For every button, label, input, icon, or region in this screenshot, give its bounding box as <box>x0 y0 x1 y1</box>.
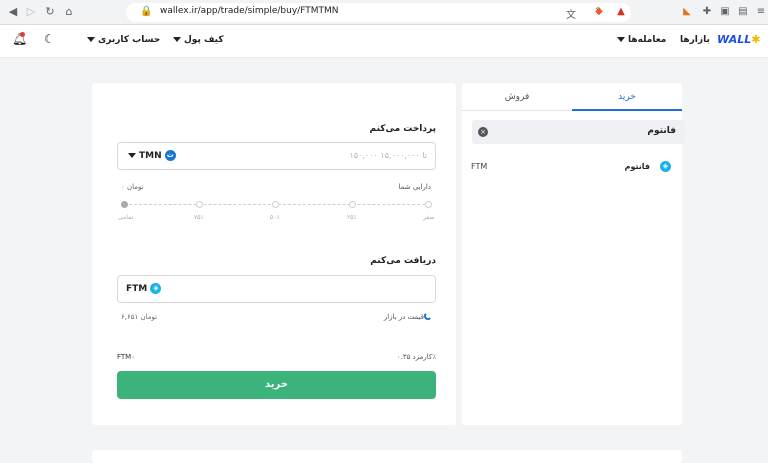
receive-amount-input[interactable]: FTM ◈ <box>117 275 436 303</box>
tick-label: تمامی <box>118 214 134 221</box>
logo-star-icon: ✱ <box>751 33 761 46</box>
sidebar-icon[interactable]: ▣ <box>718 5 732 19</box>
tab-buy[interactable]: خرید <box>572 83 682 111</box>
fantom-coin-icon: ◈ <box>150 283 162 294</box>
market-price-label: قیمت در بازار <box>383 313 424 321</box>
receive-title: دریافت می‌کنم <box>370 256 436 266</box>
search-value: فانتوم <box>647 126 676 136</box>
chevron-down-icon <box>128 153 136 158</box>
slider-handle[interactable] <box>121 201 128 208</box>
clear-icon[interactable]: × <box>478 127 488 137</box>
tick-label: ۷۵٪ <box>194 214 204 221</box>
nav-account-label: حساب کاربری <box>98 35 161 45</box>
chevron-down-icon <box>87 37 95 42</box>
nav-trades-label: معامله‌ها <box>628 35 667 45</box>
rewards-icon[interactable]: ▲ <box>614 5 628 19</box>
toman-coin-icon: ت <box>164 150 176 161</box>
loading-icon <box>424 312 432 320</box>
fantom-coin-icon: ◈ <box>660 161 671 172</box>
logo-text: WALL <box>717 33 752 46</box>
site-header: WALL✱ بازارها معامله‌ها کیف پول حساب کار… <box>0 25 768 58</box>
bottom-card <box>92 450 682 463</box>
back-icon[interactable]: ◀ <box>6 5 20 19</box>
translate-icon[interactable]: 文 <box>566 6 576 21</box>
slider-step-75[interactable] <box>196 201 203 208</box>
tick-label: ۵۰٪ <box>270 214 280 221</box>
nav-trades[interactable]: معامله‌ها <box>614 35 666 45</box>
balance-value: ۰ تومان <box>121 183 144 191</box>
nav-wallet-label: کیف پول <box>184 35 224 45</box>
currency-select[interactable]: TMN ت <box>128 150 176 161</box>
slider-step-25[interactable] <box>349 201 356 208</box>
tick-label: ۲۵٪ <box>347 214 357 221</box>
pay-amount-input[interactable]: ۱۵۰,۰۰۰ تا ۱۵,۰۰۰,۰۰۰ TMN ت <box>117 142 436 170</box>
nav-wallet[interactable]: کیف پول <box>170 35 224 45</box>
metamask-icon[interactable]: ◣ <box>680 5 694 19</box>
tab-sell[interactable]: فروش <box>462 83 572 111</box>
forward-icon[interactable]: ▷ <box>24 5 38 19</box>
buy-button[interactable]: خرید <box>117 371 436 399</box>
wallex-logo[interactable]: WALL✱ <box>717 33 761 46</box>
nav-markets[interactable]: بازارها <box>680 35 710 45</box>
chevron-down-icon <box>173 37 181 42</box>
coin-name: فانتوم <box>624 162 650 171</box>
pay-currency-label: TMN <box>139 151 162 161</box>
moon-icon[interactable]: ☾ <box>44 32 55 46</box>
home-icon[interactable]: ⌂ <box>62 5 76 19</box>
lock-icon: 🔒 <box>140 6 153 17</box>
slider-step-0[interactable] <box>425 201 432 208</box>
receive-currency-label: FTM <box>126 284 148 294</box>
tick-label: صفر <box>423 214 435 221</box>
extensions-icon[interactable]: ✚ <box>700 5 714 19</box>
fee-label: کارمزد ۰.۳۵٪ <box>396 353 436 361</box>
url-text: wallex.ir/app/trade/simple/buy/FTMTMN <box>160 6 339 16</box>
chevron-down-icon <box>617 37 625 42</box>
address-bar[interactable]: 🔒 wallex.ir/app/trade/simple/buy/FTMTMN … <box>126 3 631 22</box>
slider-step-50[interactable] <box>272 201 279 208</box>
nav-account[interactable]: حساب کاربری <box>84 35 160 45</box>
reload-icon[interactable]: ↻ <box>43 5 57 19</box>
receive-currency: FTM ◈ <box>126 283 162 294</box>
notification-dot <box>20 32 25 37</box>
coin-list-item[interactable]: ◈ فانتوم FTM <box>462 155 682 179</box>
pay-placeholder: ۱۵۰,۰۰۰ تا ۱۵,۰۰۰,۰۰۰ <box>349 151 427 160</box>
browser-toolbar: ◀ ▷ ↻ ⌂ ⚐ 🔒 wallex.ir/app/trade/simple/b… <box>0 0 768 25</box>
wallet-ext-icon[interactable]: ▤ <box>736 5 750 19</box>
balance-label: دارایی شما <box>398 183 431 191</box>
coin-search-input[interactable]: فانتوم × <box>472 120 686 144</box>
coin-symbol: FTM <box>471 162 488 171</box>
fee-value: FTM۰ <box>117 353 135 361</box>
pay-title: پرداخت می‌کنم <box>369 124 436 134</box>
brave-shield-icon[interactable]: ◆ <box>592 5 606 19</box>
menu-icon[interactable]: ≡ <box>754 5 768 19</box>
market-price-value: ۶,۶۵۱ تومان <box>121 313 158 321</box>
